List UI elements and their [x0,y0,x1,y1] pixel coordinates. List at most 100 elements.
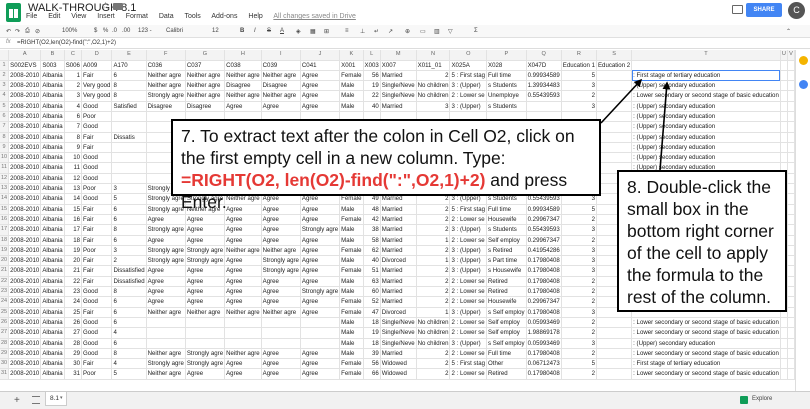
cell[interactable]: 52 [363,296,381,308]
cell[interactable]: Agree [300,90,341,102]
cell[interactable]: Agree [300,204,341,215]
cell[interactable]: Single/Neve [380,327,417,339]
cell[interactable]: Agree [224,296,262,308]
cell[interactable]: 18 [64,235,82,246]
cell[interactable]: Agree [146,276,186,288]
cell[interactable]: Disagree [185,101,226,112]
cell[interactable]: Neither agre [146,307,186,318]
row-header[interactable]: 24 [0,296,10,308]
cell[interactable]: 1 [416,255,451,267]
cell[interactable]: s Students [486,80,527,92]
cell[interactable]: Albania [40,327,65,339]
cell[interactable]: Agree [224,286,262,298]
cell[interactable]: Agree [300,80,341,92]
cell[interactable] [787,193,795,205]
row-header[interactable]: 18 [0,235,10,246]
cell[interactable]: Male [339,101,364,112]
cell[interactable]: Neither agre [185,90,226,102]
cell[interactable]: Agree [185,296,226,308]
cell[interactable]: Agree [300,276,341,288]
cell[interactable]: 5 [561,204,597,215]
cell[interactable]: Divorced [380,255,417,267]
cell[interactable]: Fair [81,142,113,154]
cell[interactable]: Retired [486,276,527,288]
cell[interactable] [224,327,262,339]
cell[interactable]: Agree [185,276,226,288]
cell[interactable]: Neither agre [224,70,262,82]
cell[interactable]: Agree [261,276,301,288]
cell[interactable]: 26 [64,317,82,329]
cell[interactable]: Good [81,152,113,164]
cell[interactable] [780,101,789,112]
cell[interactable]: Good [81,162,113,174]
cell[interactable]: 2 [111,255,147,267]
row-header[interactable]: 10 [0,152,10,164]
cell[interactable]: Albania [40,101,65,112]
cell[interactable]: 2 : Lower se [449,368,488,380]
cell[interactable]: 6 [111,307,147,318]
cell[interactable]: X011_01 [416,60,451,71]
cell[interactable]: 2008-2010 [8,327,42,339]
cell[interactable]: Neither agre [185,70,226,82]
cell[interactable]: Very good [81,90,113,102]
cell[interactable]: Neither agre [224,348,262,360]
cell[interactable]: 2 [416,276,451,288]
cell[interactable]: Good [81,296,113,308]
explore-icon[interactable] [740,396,748,404]
cell[interactable]: 21 [64,265,82,277]
cell[interactable] [780,70,789,82]
text-wrap-icon[interactable]: ↵ [374,28,379,35]
cell[interactable]: 0.05993469 [526,338,562,349]
cell[interactable]: Agree [224,358,262,370]
cell[interactable]: 6 [111,338,147,349]
cell[interactable]: 3 [416,101,451,112]
cell[interactable]: Fair [81,235,113,246]
cell[interactable]: Albania [40,70,65,82]
row-header[interactable]: 4 [0,90,10,102]
cell[interactable]: 19 [64,245,82,257]
cell[interactable]: Married [380,101,417,112]
cell[interactable] [787,204,795,215]
cell[interactable]: Agree [300,307,341,318]
cell[interactable]: Agree [261,214,301,226]
cell[interactable] [787,214,795,226]
cell[interactable]: Albania [40,121,65,133]
cell[interactable] [596,338,633,349]
cell[interactable]: 2008-2010 [8,193,42,205]
cell[interactable]: 5 [561,358,597,370]
cell[interactable] [787,60,795,71]
cell[interactable]: Agree [224,204,262,215]
cell[interactable]: 3 : (Upper) [449,338,488,349]
cell[interactable]: X003 [363,60,381,71]
cell[interactable] [596,70,633,82]
column-header[interactable]: S [596,50,633,61]
row-header[interactable]: 2 [0,70,10,82]
cell[interactable]: Good [81,193,113,205]
cell[interactable]: Agree [261,101,301,112]
cell[interactable]: Albania [40,348,65,360]
cell[interactable]: 2 [561,327,597,339]
cell[interactable]: Albania [40,245,65,257]
cell[interactable]: 3 [561,80,597,92]
cell[interactable]: 30 [64,358,82,370]
cell[interactable]: Dissatisfied [111,265,147,277]
cell[interactable] [787,132,795,143]
cell[interactable]: Married [380,245,417,257]
column-header[interactable]: E [111,50,147,61]
cell[interactable]: s Housewife [486,265,527,277]
cell[interactable]: 3 [111,183,147,195]
cell[interactable]: Strongly agre [300,224,341,236]
cell[interactable]: Agree [261,204,301,215]
cell[interactable]: 2008-2010 [8,317,42,329]
vertical-align-icon[interactable]: ⊥ [360,28,365,35]
cell[interactable]: Housewife [486,296,527,308]
cell[interactable]: 2008-2010 [8,183,42,195]
cell[interactable]: Agree [300,358,341,370]
cell[interactable]: 2008-2010 [8,111,42,123]
column-header[interactable]: L [363,50,381,61]
cell[interactable]: 60 [363,286,381,298]
menu-tools[interactable]: Tools [184,13,200,20]
strikethrough-button[interactable]: S [267,28,271,34]
cell[interactable]: 4 [111,358,147,370]
cell[interactable]: 15 [64,204,82,215]
